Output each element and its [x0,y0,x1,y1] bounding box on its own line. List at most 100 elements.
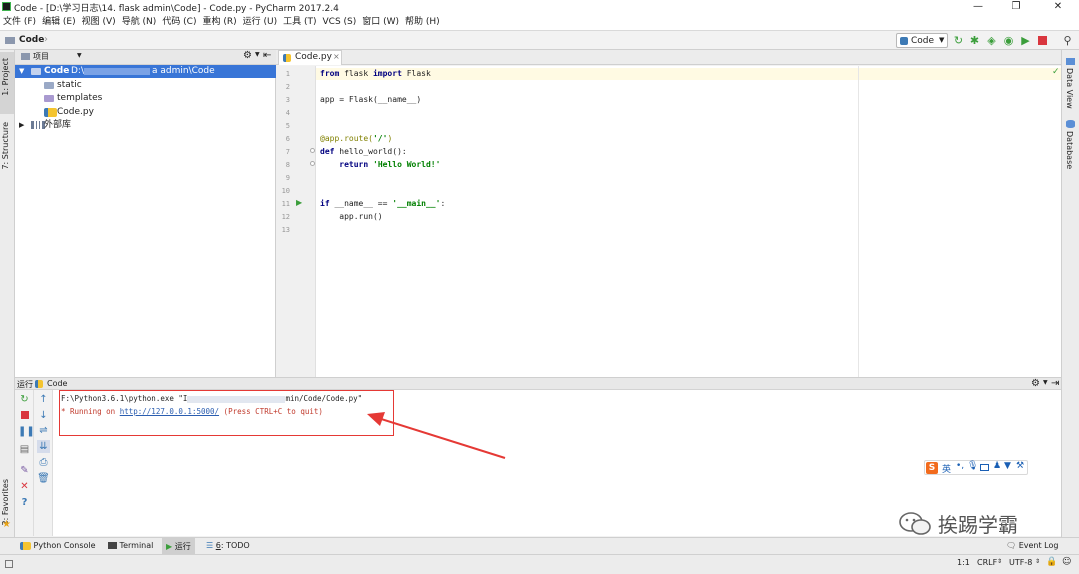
skin-icon[interactable]: ▼ [1004,461,1011,471]
project-tool-tab[interactable]: 1: Project [0,52,14,114]
run-config-selector[interactable]: Code ▼ [896,33,948,48]
editor-tab-bar: Code.py × [276,50,1061,65]
line-number: 6 [285,135,290,143]
tree-item-code-root[interactable]: ▼ Code D:\ a admin\Code [15,65,276,78]
code-editor[interactable]: 1 2 3 4 5 6 7 8 9 10 11 12 13 ▶ from flask import Fl… [276,66,1061,377]
run-console-output[interactable]: F:\Python3.6.1\python.exe "I min/Code/Cod… [53,390,1061,537]
python-file-icon [44,108,57,117]
dump-threads-icon[interactable]: ▤ [18,443,31,456]
favorites-tool-tab[interactable]: 2: Favorites ★ [0,475,14,535]
profile-icon[interactable]: ◉ [1002,34,1015,47]
tree-item-code-py[interactable]: Code.py [15,106,276,119]
menu-navigate[interactable]: 导航 (N) [119,14,160,30]
menu-help[interactable]: 帮助 (H) [402,14,443,30]
event-log-icon: 🗨 [1006,541,1017,550]
code-line-1: from flask import Flask [320,69,431,78]
python-file-icon [900,37,908,45]
fold-marker-icon[interactable] [310,161,315,166]
fold-marker-icon[interactable] [310,148,315,153]
chevron-updown-icon: ⇕ [1035,558,1041,565]
scroll-to-end-icon[interactable]: ⇊ [37,440,50,453]
line-number-gutter: 1 2 3 4 5 6 7 8 9 10 11 12 13 ▶ [276,66,316,377]
data-view-tool-tab[interactable]: Data View [1062,58,1079,109]
tree-item-static[interactable]: static [15,79,276,92]
database-tool-tab[interactable]: Database [1062,120,1079,170]
arrow-down-icon[interactable]: ↓ [37,409,50,422]
menu-edit[interactable]: 编辑 (E) [39,14,79,30]
rerun-icon[interactable]: ↻ [18,393,31,406]
keyboard-icon[interactable] [980,464,989,471]
user-icon[interactable]: ♟ [993,461,1001,471]
caret-position[interactable]: 1:1 [957,558,970,567]
trash-icon[interactable]: 🗑 [37,472,50,485]
pause-icon[interactable]: ❚❚ [18,425,35,438]
menu-code[interactable]: 代码 (C) [159,14,199,30]
tab-terminal[interactable]: Terminal [108,541,153,550]
ime-language[interactable]: 英 [942,462,951,475]
run-gutter-icon[interactable]: ▶ [296,198,302,207]
menu-refactor[interactable]: 重构 (R) [199,14,239,30]
menu-tools[interactable]: 工具 (T) [280,14,319,30]
minimize-button[interactable]: — [960,0,996,14]
editor-tab-code-py[interactable]: Code.py × [278,50,342,65]
todo-icon: ☰ [206,541,214,550]
search-icon[interactable]: ⚲ [1061,34,1074,47]
close-tab-icon[interactable]: × [333,52,340,61]
chevron-down-icon[interactable]: ▼ [255,51,260,58]
event-log-button[interactable]: 🗨 Event Log [1006,541,1058,550]
pin-icon[interactable]: ✎ [18,464,31,477]
database-tab-label: Database [1065,131,1074,170]
line-number: 3 [285,96,290,104]
stop-icon[interactable] [1036,34,1049,47]
gear-icon[interactable]: ⚙ [243,50,252,61]
menu-vcs[interactable]: VCS (S) [320,14,360,30]
breadcrumb[interactable]: Code [19,35,44,45]
line-separator[interactable]: CRLF [977,558,997,567]
menu-run[interactable]: 运行 (U) [240,14,280,30]
chevron-down-icon[interactable]: ▼ [1043,379,1048,386]
microphone-icon[interactable]: 🎙 [967,461,978,471]
stop-icon[interactable] [18,409,31,422]
close-window-button[interactable]: ✕ [1040,0,1076,14]
star-icon: ★ [2,519,11,530]
project-view-icon [21,53,30,60]
debug-icon[interactable]: ✱ [968,34,981,47]
file-encoding[interactable]: UTF-8 [1009,558,1032,567]
rerun-icon[interactable]: ↻ [952,34,965,47]
tab-python-console[interactable]: Python Console [20,541,96,550]
chevron-down-icon[interactable]: ▼ [77,52,82,59]
wrench-icon[interactable]: ⚒ [1016,461,1024,471]
tree-item-external-libraries[interactable]: ▶ 外部库 [15,119,276,132]
toggle-tool-windows-icon[interactable] [5,560,13,568]
folder-icon [44,95,54,102]
line-number: 10 [281,187,290,195]
run-panel-title: 运行 [17,380,33,389]
gear-icon[interactable]: ⚙ [1031,378,1040,389]
watermark-text: 挨踢学霸 [938,513,1018,537]
menu-file[interactable]: 文件 (F) [0,14,39,30]
lock-icon[interactable]: 🔒 [1046,557,1057,567]
restore-button[interactable]: ❐ [998,0,1034,14]
coverage-icon[interactable]: ◈ [985,34,998,47]
menu-view[interactable]: 视图 (V) [79,14,119,30]
run-config-tab[interactable]: Code [47,379,67,388]
project-view-selector[interactable]: 项目 [33,51,49,62]
ime-punctuation-icon[interactable]: •, [956,461,964,471]
structure-tool-tab[interactable]: 7: Structure [0,118,14,176]
wechat-logo-icon [899,512,931,535]
ime-toolbar[interactable]: S 英 •, 🎙 ♟ ▼ ⚒ [924,460,1028,475]
concurrency-icon[interactable]: ▶ [1019,34,1032,47]
menu-window[interactable]: 窗口 (W) [359,14,402,30]
hide-panel-icon[interactable]: ⇥ [1051,378,1059,389]
help-icon[interactable]: ? [18,496,31,509]
line-number: 11 [281,200,290,208]
tree-item-templates[interactable]: templates [15,92,276,105]
tab-todo[interactable]: ☰ 6: TODO [206,541,250,550]
arrow-up-icon[interactable]: ↑ [37,393,50,406]
close-icon[interactable]: ✕ [18,480,31,493]
hide-panel-icon[interactable]: ⇤ [263,50,271,61]
inspector-icon[interactable]: ☺ [1062,557,1071,567]
line-number: 9 [285,174,290,182]
print-icon[interactable]: ⎙ [37,456,50,469]
soft-wrap-icon[interactable]: ⇌ [37,424,50,437]
